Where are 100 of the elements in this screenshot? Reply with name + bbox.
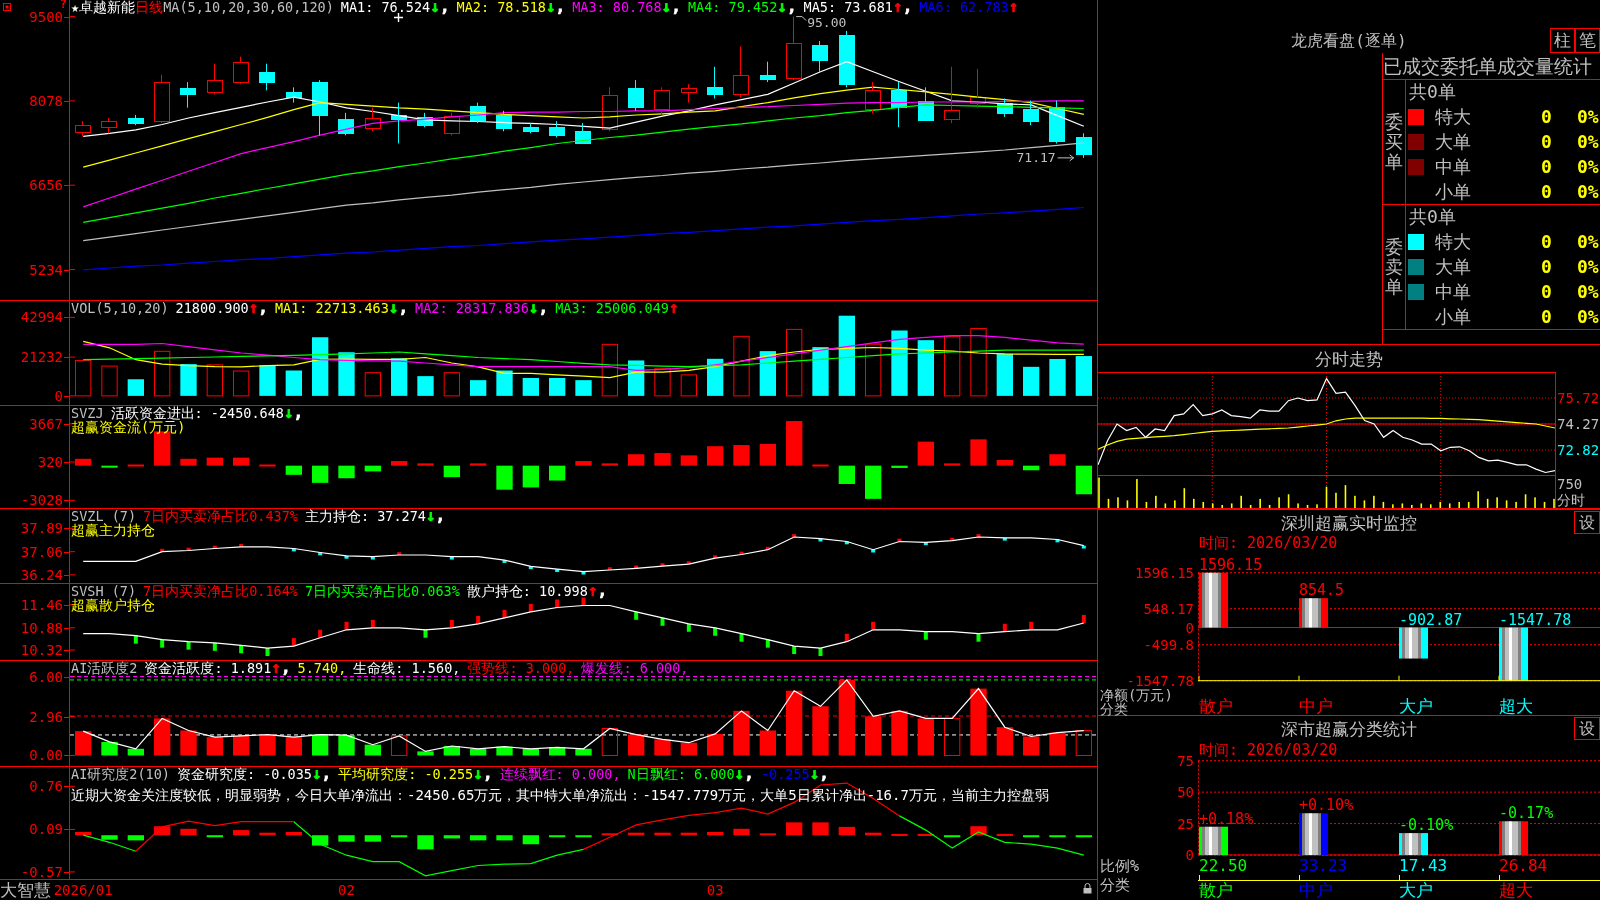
bar — [127, 835, 144, 841]
bar — [75, 832, 92, 836]
change-marker — [186, 641, 191, 650]
bar — [996, 459, 1013, 466]
settings-button[interactable]: 设 — [1574, 511, 1600, 534]
change-label: -0.10% — [1399, 816, 1454, 835]
bar — [1075, 835, 1092, 838]
bar — [470, 380, 487, 396]
bar — [865, 465, 882, 499]
axis-title: 分类 — [1100, 702, 1128, 716]
bar — [733, 710, 750, 756]
change-marker — [397, 552, 402, 556]
order-percent: 0% — [1577, 281, 1599, 302]
price-axis-label: 74.27 — [1557, 416, 1600, 432]
bar — [628, 454, 645, 466]
change-marker — [686, 561, 691, 565]
bar — [733, 445, 750, 466]
y-axis-label: 0 — [1185, 620, 1194, 635]
change-marker — [555, 569, 560, 572]
legend-text: , — [819, 767, 829, 781]
candlestick — [865, 90, 881, 110]
y-axis-label: -1547.78 — [1126, 673, 1194, 688]
legend-text: 强势线: 3.000, — [467, 661, 575, 675]
bar — [1199, 572, 1228, 628]
bar — [996, 353, 1013, 396]
change-marker — [634, 611, 639, 620]
legend-text: ↓ — [545, 0, 556, 14]
change-marker — [871, 621, 876, 630]
change-marker — [318, 552, 323, 556]
bar — [285, 737, 302, 756]
order-size-label: 特大 — [1435, 232, 1472, 253]
order-count: 0 — [1541, 281, 1553, 302]
change-label: +0.18% — [1199, 809, 1254, 828]
price-axis-label: 75.72 — [1557, 389, 1600, 406]
bar — [496, 465, 513, 490]
y-axis-label: 50 — [1177, 785, 1194, 800]
change-marker — [660, 563, 665, 567]
y-axis-label: 0.00 — [29, 748, 63, 763]
category-label: 散户 — [1199, 881, 1233, 900]
order-size-label: 小单 — [1435, 181, 1472, 202]
candle-wick — [1083, 132, 1084, 159]
order-size-label: 小单 — [1435, 306, 1472, 327]
legend-text: , — [398, 301, 409, 315]
legend-text: 资金活跃度: 1.891 — [144, 661, 272, 675]
change-marker — [186, 547, 191, 551]
y-axis-label: 5234 — [29, 262, 63, 277]
table-title: 已成交委托单成交量统计 — [1383, 55, 1592, 77]
bar — [496, 746, 513, 756]
bar — [917, 441, 934, 466]
change-marker — [555, 599, 560, 608]
bar — [786, 822, 803, 836]
candle-wick — [135, 114, 136, 126]
bar — [180, 458, 197, 466]
change-marker — [476, 615, 481, 624]
legend-text: 平均研究度: -0.255 — [338, 767, 474, 781]
change-marker — [950, 537, 955, 541]
change-marker — [1002, 537, 1007, 541]
settings-button[interactable]: 设 — [1574, 717, 1600, 740]
change-marker — [1081, 615, 1086, 623]
legend-text: ★卓越新能 — [71, 0, 136, 14]
candle-wick — [424, 112, 425, 128]
legend-text: 21800.900 — [175, 301, 249, 315]
change-marker — [871, 549, 876, 553]
candlestick — [839, 35, 855, 85]
candle-wick — [714, 66, 715, 99]
bar — [259, 832, 276, 836]
change-marker — [370, 619, 375, 628]
bar — [996, 833, 1013, 836]
candle-wick — [661, 86, 662, 116]
legend-text: 生命线: 1.560, — [353, 661, 461, 675]
candle-wick — [530, 122, 531, 134]
bar — [180, 730, 197, 756]
view-toggle-button[interactable]: 笔 — [1575, 28, 1600, 53]
bar — [944, 463, 961, 466]
change-marker — [1081, 545, 1086, 549]
legend-text: , — [280, 661, 291, 675]
candle-wick — [108, 117, 109, 134]
bar — [391, 358, 408, 396]
legend-text: 日线 — [135, 0, 164, 14]
legend-text: 散户持仓: 10.998 — [466, 584, 588, 598]
bar — [233, 830, 250, 836]
order-percent: 0% — [1577, 257, 1599, 277]
bar — [680, 455, 697, 466]
date-label: 03 — [706, 881, 724, 899]
change-marker — [239, 645, 244, 654]
bar — [680, 742, 697, 756]
legend-text: , — [258, 301, 268, 315]
legend-text: ↓ — [425, 509, 436, 523]
bar — [628, 832, 645, 836]
legend-text: 主力持仓: 37.274 — [304, 509, 426, 523]
view-toggle-button[interactable]: 柱 — [1550, 28, 1575, 53]
legend-text: 7日内买卖净占比0.063% — [304, 584, 460, 598]
bar — [812, 706, 829, 756]
candlestick — [338, 119, 354, 134]
candle-wick — [977, 68, 978, 109]
legend-text: 资金研究度: -0.035 — [176, 767, 312, 781]
bar — [180, 364, 197, 396]
legend-text: 连续飘红: 0.000, — [499, 767, 621, 781]
bar — [944, 717, 961, 756]
arrow-icon — [1057, 154, 1075, 162]
